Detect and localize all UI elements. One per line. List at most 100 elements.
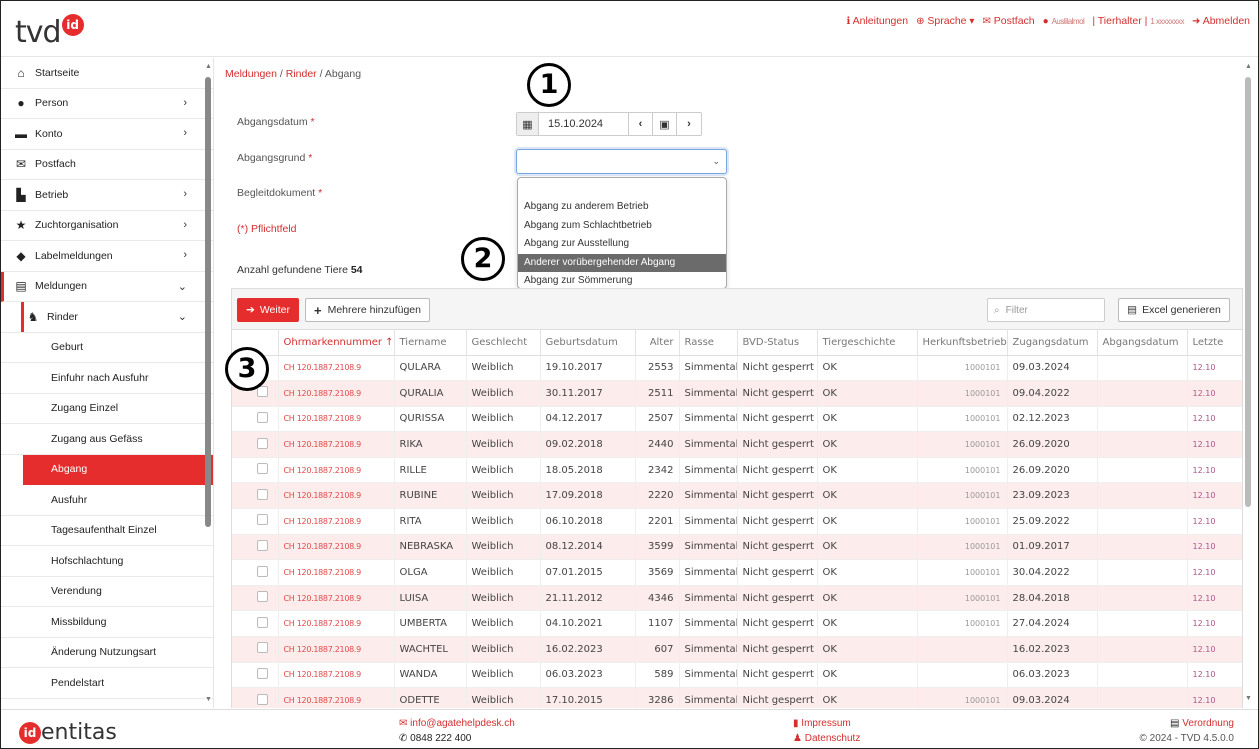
sidebar-item-zuchtorganisation[interactable]: ★ Zuchtorganisation ›	[1, 210, 213, 241]
sidebar-item-pendelstart[interactable]: Pendelstart	[1, 668, 213, 699]
table-row[interactable]: CH 120.1887.2108.9 ODETTE Weiblich 17.10.20…	[232, 687, 1242, 708]
anleitungen-link[interactable]: ℹ Anleitungen	[846, 15, 908, 27]
table-row[interactable]: CH 120.1887.2108.9 NEBRASKA Weiblich 08.12.…	[232, 534, 1242, 561]
sidebar-item-änderung-nutzungsart[interactable]: Änderung Nutzungsart	[1, 637, 213, 668]
row-checkbox[interactable]	[257, 386, 268, 398]
scroll-up-icon[interactable]: ▲	[205, 63, 212, 70]
sidebar-item-person[interactable]: ● Person ›	[1, 88, 213, 119]
table-row[interactable]: CH 120.1887.2108.9 RILLE Weiblich 18.05.201…	[232, 457, 1242, 484]
sidebar-item-pendelstopp[interactable]: Pendelstopp	[1, 698, 213, 708]
tvd-logo[interactable]: tvd id	[15, 14, 84, 50]
sidebar-item-labelmeldungen[interactable]: ◆ Labelmeldungen ›	[1, 241, 213, 272]
sidebar-item-abgang[interactable]: Abgang	[23, 454, 213, 485]
cell-abg	[1097, 431, 1188, 458]
sidebar-scrollbar[interactable]: ▲ ▼	[205, 63, 212, 703]
table-row[interactable]: CH 120.1887.2108.9 RUBINE Weiblich 17.09.20…	[232, 482, 1242, 510]
sidebar-item-label: Geburt	[51, 341, 84, 354]
column-header[interactable]: Alter	[635, 330, 680, 356]
table-row[interactable]: CH 120.1887.2108.9 QURISSA Weiblich 04.12.2…	[232, 406, 1242, 433]
column-header[interactable]: Tiername	[394, 330, 467, 356]
scroll-down-icon[interactable]: ▼	[1245, 695, 1252, 702]
table-row[interactable]: CH 120.1887.2108.9 LUISA Weiblich 21.11.201…	[232, 585, 1242, 612]
identitas-logo[interactable]: id entitas	[19, 720, 117, 746]
row-checkbox[interactable]	[257, 693, 268, 705]
calendar-button[interactable]: ▣	[653, 113, 677, 135]
weiter-button[interactable]: ➔ Weiter	[237, 298, 299, 322]
sidebar-item-meldungen[interactable]: ▤ Meldungen ⌄	[1, 271, 213, 302]
row-checkbox[interactable]	[257, 642, 268, 654]
sidebar-item-zugang-aus-gefäss[interactable]: Zugang aus Gefäss	[1, 424, 213, 455]
impressum-link[interactable]: ▮ Impressum	[793, 716, 860, 731]
sidebar-item-geburt[interactable]: Geburt	[1, 332, 213, 363]
column-header[interactable]: Geburtsdatum	[540, 330, 636, 356]
column-header[interactable]: Geschlecht	[466, 330, 541, 356]
user-link[interactable]: ● Auslilalmol	[1043, 15, 1085, 27]
scroll-down-icon[interactable]: ▼	[205, 696, 212, 703]
abgangsdatum-input[interactable]: 15.10.2024	[539, 113, 629, 135]
weiter-label: Weiter	[259, 304, 290, 316]
sidebar-item-hofschlachtung[interactable]: Hofschlachtung	[1, 546, 213, 577]
column-header[interactable]: Letzte	[1187, 330, 1242, 356]
excel-generieren-button[interactable]: ▤ Excel generieren	[1118, 298, 1230, 322]
row-checkbox[interactable]	[257, 463, 268, 475]
row-checkbox[interactable]	[257, 565, 268, 577]
sidebar-item-verendung[interactable]: Verendung	[1, 576, 213, 607]
row-checkbox[interactable]	[257, 514, 268, 526]
email-link[interactable]: ✉ info@agatehelpdesk.ch	[399, 716, 515, 731]
sidebar-item-missbildung[interactable]: Missbildung	[1, 607, 213, 638]
datenschutz-link[interactable]: ♟ Datenschutz	[793, 731, 860, 746]
sidebar-item-rinder[interactable]: ♞ Rinder ⌄	[1, 302, 213, 333]
column-header[interactable]: Ohrmarkennummer ↑	[278, 330, 395, 356]
table-row[interactable]: CH 120.1887.2108.9 QULARA Weiblich 19.10.20…	[232, 355, 1242, 382]
sidebar-item-ausfuhr[interactable]: Ausfuhr	[1, 485, 213, 516]
column-header[interactable]: BVD-Status	[737, 330, 818, 356]
scroll-up-icon[interactable]: ▲	[1245, 63, 1252, 70]
table-row[interactable]: CH 120.1887.2108.9 RIKA Weiblich 09.02.2018…	[232, 431, 1242, 458]
sidebar-item-startseite[interactable]: ⌂ Startseite	[1, 58, 213, 89]
mehrere-hinzufuegen-button[interactable]: + Mehrere hinzufügen	[305, 298, 430, 322]
breadcrumb-meldungen[interactable]: Meldungen	[225, 68, 277, 80]
postfach-link[interactable]: ✉ Postfach	[982, 15, 1034, 27]
row-checkbox[interactable]	[257, 539, 268, 551]
table-row[interactable]: CH 120.1887.2108.9 QURALIA Weiblich 30.11.2…	[232, 380, 1242, 407]
dropdown-option[interactable]: Abgang zur Ausstellung	[518, 235, 726, 254]
row-checkbox[interactable]	[257, 616, 268, 628]
row-checkbox[interactable]	[257, 437, 268, 449]
table-wrapper[interactable]: Ohrmarkennummer ↑ Tiername Geschlecht Gebur…	[232, 330, 1242, 708]
row-checkbox[interactable]	[257, 488, 268, 500]
sidebar-item-zugang-einzel[interactable]: Zugang Einzel	[1, 393, 213, 424]
sidebar-scroll-thumb[interactable]	[205, 77, 211, 527]
sidebar-item-tagesaufenthalt-einzel[interactable]: Tagesaufenthalt Einzel	[1, 515, 213, 546]
sidebar-item-postfach[interactable]: ✉ Postfach	[1, 149, 213, 180]
table-row[interactable]: CH 120.1887.2108.9 RITA Weiblich 06.10.2018…	[232, 508, 1242, 535]
dropdown-option[interactable]: Abgang zum Schlachtbetrieb	[518, 217, 726, 236]
table-row[interactable]: CH 120.1887.2108.9 OLGA Weiblich 07.01.2015…	[232, 559, 1242, 586]
column-header[interactable]: Zugangsdatum	[1007, 330, 1098, 356]
prev-day-button[interactable]: ‹	[629, 113, 653, 135]
sprache-dropdown[interactable]: ⊕ Sprache ▾	[916, 15, 974, 27]
sidebar-item-einfuhr-nach-ausfuhr[interactable]: Einfuhr nach Ausfuhr	[1, 363, 213, 394]
filter-input[interactable]: ⌕ Filter	[987, 298, 1105, 322]
column-header[interactable]: Abgangsdatum	[1097, 330, 1188, 356]
table-row[interactable]: CH 120.1887.2108.9 WANDA Weiblich 06.03.202…	[232, 662, 1242, 689]
column-header[interactable]: Tiergeschichte	[817, 330, 918, 356]
column-header[interactable]: Herkunftsbetrieb	[917, 330, 1008, 356]
dropdown-option[interactable]: Abgang zu anderem Betrieb	[518, 198, 726, 217]
table-row[interactable]: CH 120.1887.2108.9 WACHTEL Weiblich 16.02.2…	[232, 636, 1242, 663]
cell-tg: OK	[817, 687, 918, 708]
column-header[interactable]: Rasse	[679, 330, 738, 356]
abgangsgrund-select[interactable]: ⌄	[516, 149, 727, 174]
main-scroll-thumb[interactable]	[1245, 77, 1251, 507]
main-scrollbar[interactable]: ▲ ▼	[1245, 63, 1252, 703]
row-checkbox[interactable]	[257, 667, 268, 679]
row-checkbox[interactable]	[257, 411, 268, 423]
row-checkbox[interactable]	[257, 591, 268, 603]
dropdown-option[interactable]: Anderer vorübergehender Abgang	[518, 253, 726, 272]
table-row[interactable]: CH 120.1887.2108.9 UMBERTA Weiblich 04.10.2…	[232, 610, 1242, 638]
abmelden-link[interactable]: ➜ Abmelden	[1192, 15, 1250, 27]
sidebar-item-betrieb[interactable]: ▙ Betrieb ›	[1, 180, 213, 211]
sidebar-item-konto[interactable]: ▬ Konto ›	[1, 119, 213, 150]
verordnung-link[interactable]: ▤ Verordnung	[1140, 716, 1234, 731]
next-day-button[interactable]: ›	[677, 113, 701, 135]
breadcrumb-rinder[interactable]: Rinder	[286, 68, 317, 80]
